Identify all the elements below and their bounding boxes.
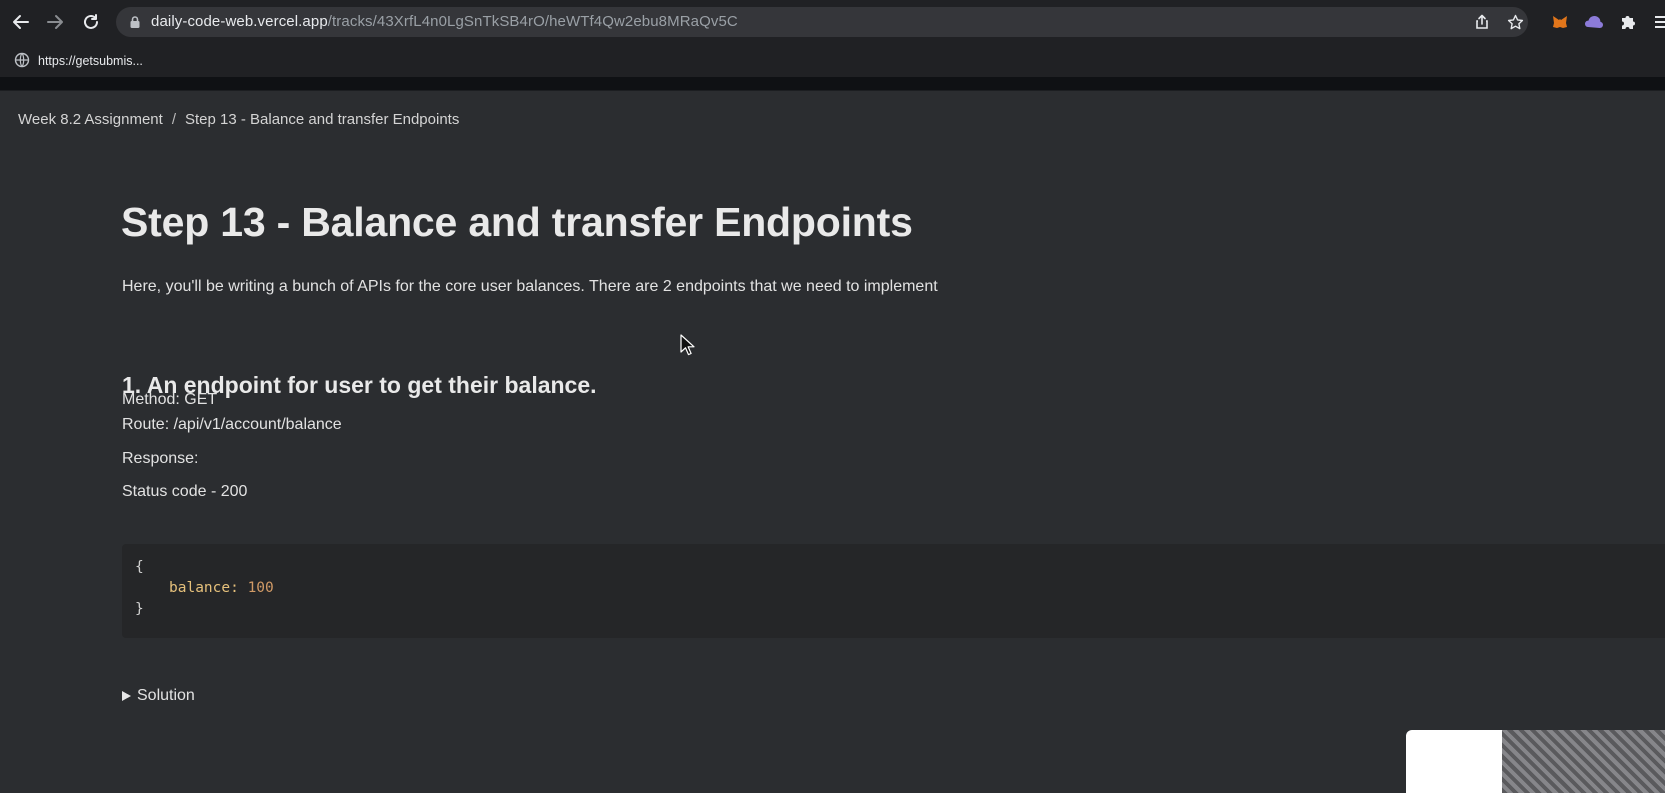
globe-icon bbox=[14, 52, 30, 71]
webcam-overlay bbox=[1406, 730, 1665, 793]
url-text[interactable]: daily-code-web.vercel.app/tracks/43XrfL4… bbox=[151, 7, 738, 37]
breadcrumb-current: Step 13 - Balance and transfer Endpoints bbox=[184, 111, 460, 128]
puzzle-icon[interactable] bbox=[1618, 12, 1638, 32]
status-text: Status code - 200 bbox=[122, 483, 248, 500]
back-icon[interactable] bbox=[9, 10, 33, 34]
address-bar[interactable]: daily-code-web.vercel.app/tracks/43XrfL4… bbox=[116, 7, 1528, 37]
code-value: 100 bbox=[247, 580, 274, 596]
menu-icon[interactable] bbox=[1650, 12, 1665, 32]
method-text: Method: GET bbox=[122, 391, 218, 408]
url-host: daily-code-web.vercel.app bbox=[151, 13, 328, 30]
disclosure-triangle-icon bbox=[122, 691, 131, 701]
solution-toggle[interactable]: Solution bbox=[122, 687, 195, 705]
bookmark-item[interactable]: https://getsubmis... bbox=[14, 51, 143, 71]
breadcrumb: Week 8.2 Assignment / Step 13 - Balance an… bbox=[18, 111, 459, 128]
bookmark-label: https://getsubmis... bbox=[38, 54, 143, 68]
code-key: balance: bbox=[169, 580, 239, 596]
share-icon[interactable] bbox=[1472, 12, 1492, 32]
code-balance-line: balance: 100 bbox=[169, 580, 274, 596]
bookmarks-bar: https://getsubmis... bbox=[0, 44, 1665, 77]
intro-paragraph: Here, you'll be writing a bunch of APIs … bbox=[122, 278, 938, 295]
code-close-brace: } bbox=[135, 601, 144, 617]
reload-icon[interactable] bbox=[79, 10, 103, 34]
code-block: { balance: 100 } bbox=[122, 544, 1665, 638]
code-open-brace: { bbox=[135, 559, 144, 575]
star-icon[interactable] bbox=[1505, 12, 1525, 32]
extension-cloud-icon[interactable] bbox=[1584, 12, 1604, 32]
response-label: Response: bbox=[122, 450, 199, 467]
breadcrumb-separator: / bbox=[171, 111, 176, 128]
route-text: Route: /api/v1/account/balance bbox=[122, 416, 342, 433]
site-top-bar bbox=[0, 77, 1665, 91]
solution-label: Solution bbox=[137, 687, 195, 704]
url-path: /tracks/43XrfL4n0LgSnTkSB4rO/heWTf4Qw2eb… bbox=[327, 13, 738, 30]
page-title: Step 13 - Balance and transfer Endpoints bbox=[121, 199, 913, 245]
webcam-foam-background bbox=[1502, 730, 1665, 793]
browser-toolbar: daily-code-web.vercel.app/tracks/43XrfL4… bbox=[0, 0, 1665, 44]
cursor-icon bbox=[680, 334, 696, 356]
lock-icon[interactable] bbox=[128, 15, 142, 29]
forward-icon[interactable] bbox=[43, 10, 67, 34]
metamask-icon[interactable] bbox=[1550, 12, 1570, 32]
page-content: Week 8.2 Assignment / Step 13 - Balance an… bbox=[0, 91, 1665, 793]
breadcrumb-parent[interactable]: Week 8.2 Assignment bbox=[18, 111, 163, 128]
